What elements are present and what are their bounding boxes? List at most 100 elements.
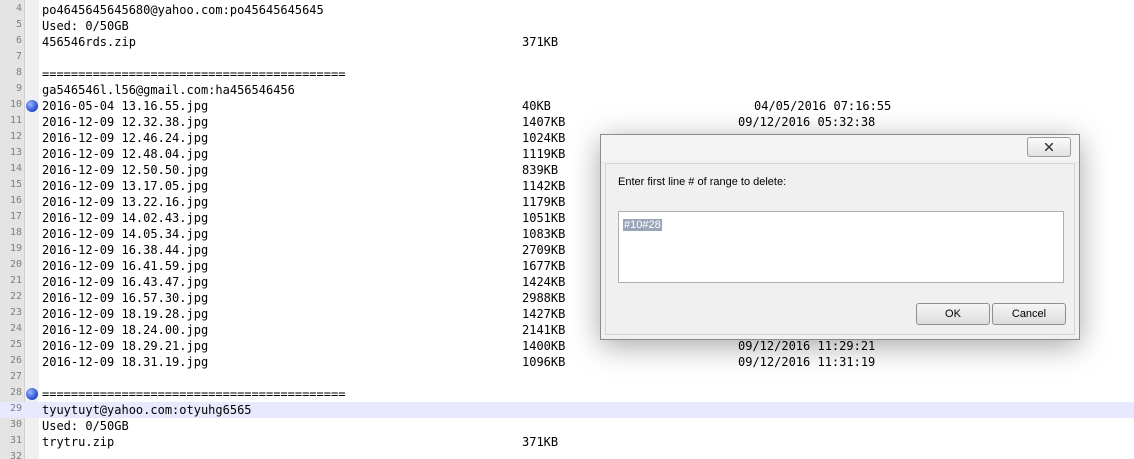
line-number: 31 — [9, 435, 22, 446]
line-number: 10 — [9, 99, 22, 110]
dialog-body: Enter first line # of range to delete: #… — [605, 163, 1075, 335]
dialog-prompt: Enter first line # of range to delete: — [618, 176, 787, 188]
line-number: 26 — [9, 355, 22, 366]
file-date: 09/12/2016 11:29:21 — [738, 339, 876, 353]
file-size: 1024KB — [522, 131, 566, 145]
line-text: 2016-12-09 18.24.00.jpg — [42, 323, 209, 337]
line-number: 8 — [15, 67, 22, 78]
line-text: 2016-12-09 12.48.04.jpg — [42, 147, 209, 161]
editor-line[interactable]: 9 ga546546l.l56@gmail.com:ha456546456 — [0, 82, 1134, 98]
line-number: 27 — [9, 371, 22, 382]
editor-line[interactable]: 27 — [0, 370, 1134, 386]
file-date: 09/12/2016 05:32:38 — [738, 115, 876, 129]
editor-line[interactable]: 29 tyuytuyt@yahoo.com:otyuhg6565 — [0, 402, 1134, 418]
line-text: 2016-12-09 18.19.28.jpg — [42, 307, 209, 321]
line-text: 2016-12-09 16.43.47.jpg — [42, 275, 209, 289]
line-range-input-value: #10#28 — [623, 219, 662, 231]
line-number: 22 — [9, 291, 22, 302]
editor-line[interactable]: 5 Used: 0/50GB — [0, 18, 1134, 34]
bookmark-icon[interactable] — [26, 100, 38, 112]
line-text: 2016-12-09 13.22.16.jpg — [42, 195, 209, 209]
line-number: 7 — [15, 51, 22, 62]
file-size: 1427KB — [522, 307, 566, 321]
line-number: 23 — [9, 307, 22, 318]
file-size: 839KB — [522, 163, 559, 177]
line-text: Used: 0/50GB — [42, 19, 129, 33]
file-size: 1400KB — [522, 339, 566, 353]
line-range-input[interactable]: #10#28 — [618, 211, 1064, 283]
line-number: 13 — [9, 147, 22, 158]
line-text: Used: 0/50GB — [42, 419, 129, 433]
line-text: 2016-12-09 18.31.19.jpg — [42, 355, 209, 369]
file-size: 1083KB — [522, 227, 566, 241]
dialog-titlebar[interactable] — [601, 135, 1079, 161]
line-number: 17 — [9, 211, 22, 222]
line-text: ========================================… — [42, 387, 346, 401]
line-number: 24 — [9, 323, 22, 334]
line-number: 4 — [15, 3, 22, 14]
file-size: 1407KB — [522, 115, 566, 129]
editor-line[interactable]: 32 — [0, 450, 1134, 459]
editor-line[interactable]: 10 2016-05-04 13.16.55.jpg 40KB 04/05/2016 … — [0, 98, 1134, 114]
ok-button[interactable]: OK — [916, 303, 990, 325]
file-date: 04/05/2016 07:16:55 — [754, 99, 892, 113]
line-text: ========================================… — [42, 67, 346, 81]
line-text: po4645645645680@yahoo.com:po45645645645 — [42, 3, 324, 17]
file-size: 1179KB — [522, 195, 566, 209]
editor-line[interactable]: 4 po4645645645680@yahoo.com:po45645645645 — [0, 2, 1134, 18]
line-text: 2016-12-09 13.17.05.jpg — [42, 179, 209, 193]
line-text: ga546546l.l56@gmail.com:ha456546456 — [42, 83, 295, 97]
file-size: 2988KB — [522, 291, 566, 305]
file-date: 09/12/2016 11:31:19 — [738, 355, 876, 369]
file-size: 2141KB — [522, 323, 566, 337]
editor-line[interactable]: 28 ======================================… — [0, 386, 1134, 402]
line-number: 11 — [9, 115, 22, 126]
editor-line[interactable]: 25 2016-12-09 18.29.21.jpg 1400KB 09/12/201… — [0, 338, 1134, 354]
close-icon — [1045, 143, 1053, 151]
line-number: 15 — [9, 179, 22, 190]
line-text: 2016-12-09 14.05.34.jpg — [42, 227, 209, 241]
bookmark-icon[interactable] — [26, 388, 38, 400]
line-text: 2016-12-09 16.38.44.jpg — [42, 243, 209, 257]
editor-line[interactable]: 26 2016-12-09 18.31.19.jpg 1096KB 09/12/201… — [0, 354, 1134, 370]
line-text: 2016-12-09 16.57.30.jpg — [42, 291, 209, 305]
line-text: 2016-05-04 13.16.55.jpg — [42, 99, 209, 113]
line-number: 19 — [9, 243, 22, 254]
line-text: 2016-12-09 16.41.59.jpg — [42, 259, 209, 273]
line-number: 32 — [9, 451, 22, 459]
line-text: 2016-12-09 12.50.50.jpg — [42, 163, 209, 177]
delete-range-dialog: Enter first line # of range to delete: #… — [600, 134, 1080, 340]
line-number: 29 — [9, 403, 22, 414]
line-number: 28 — [9, 387, 22, 398]
line-number: 12 — [9, 131, 22, 142]
file-size: 1096KB — [522, 355, 566, 369]
line-text: 2016-12-09 12.46.24.jpg — [42, 131, 209, 145]
line-number: 18 — [9, 227, 22, 238]
line-text: trytru.zip — [42, 435, 115, 449]
editor-line[interactable]: 31 trytru.zip 371KB — [0, 434, 1134, 450]
file-size: 2709KB — [522, 243, 566, 257]
line-text: 2016-12-09 14.02.43.jpg — [42, 211, 209, 225]
line-text: 2016-12-09 18.29.21.jpg — [42, 339, 209, 353]
editor-line[interactable]: 30 Used: 0/50GB — [0, 418, 1134, 434]
close-button[interactable] — [1027, 137, 1071, 157]
file-size: 1677KB — [522, 259, 566, 273]
line-text: 2016-12-09 12.32.38.jpg — [42, 115, 209, 129]
line-number: 9 — [15, 83, 22, 94]
line-number: 30 — [9, 419, 22, 430]
line-number: 6 — [15, 35, 22, 46]
line-text: tyuytuyt@yahoo.com:otyuhg6565 — [42, 403, 252, 417]
cancel-button[interactable]: Cancel — [992, 303, 1066, 325]
editor-line[interactable]: 7 — [0, 50, 1134, 66]
editor-line[interactable]: 8 =======================================… — [0, 66, 1134, 82]
line-number: 21 — [9, 275, 22, 286]
line-number: 16 — [9, 195, 22, 206]
editor-line[interactable]: 6 456546rds.zip 371KB — [0, 34, 1134, 50]
file-size: 1142KB — [522, 179, 566, 193]
file-size: 1424KB — [522, 275, 566, 289]
file-size: 371KB — [522, 435, 559, 449]
line-number: 25 — [9, 339, 22, 350]
editor-line[interactable]: 11 2016-12-09 12.32.38.jpg 1407KB 09/12/201… — [0, 114, 1134, 130]
line-number: 14 — [9, 163, 22, 174]
line-number: 5 — [15, 19, 22, 30]
